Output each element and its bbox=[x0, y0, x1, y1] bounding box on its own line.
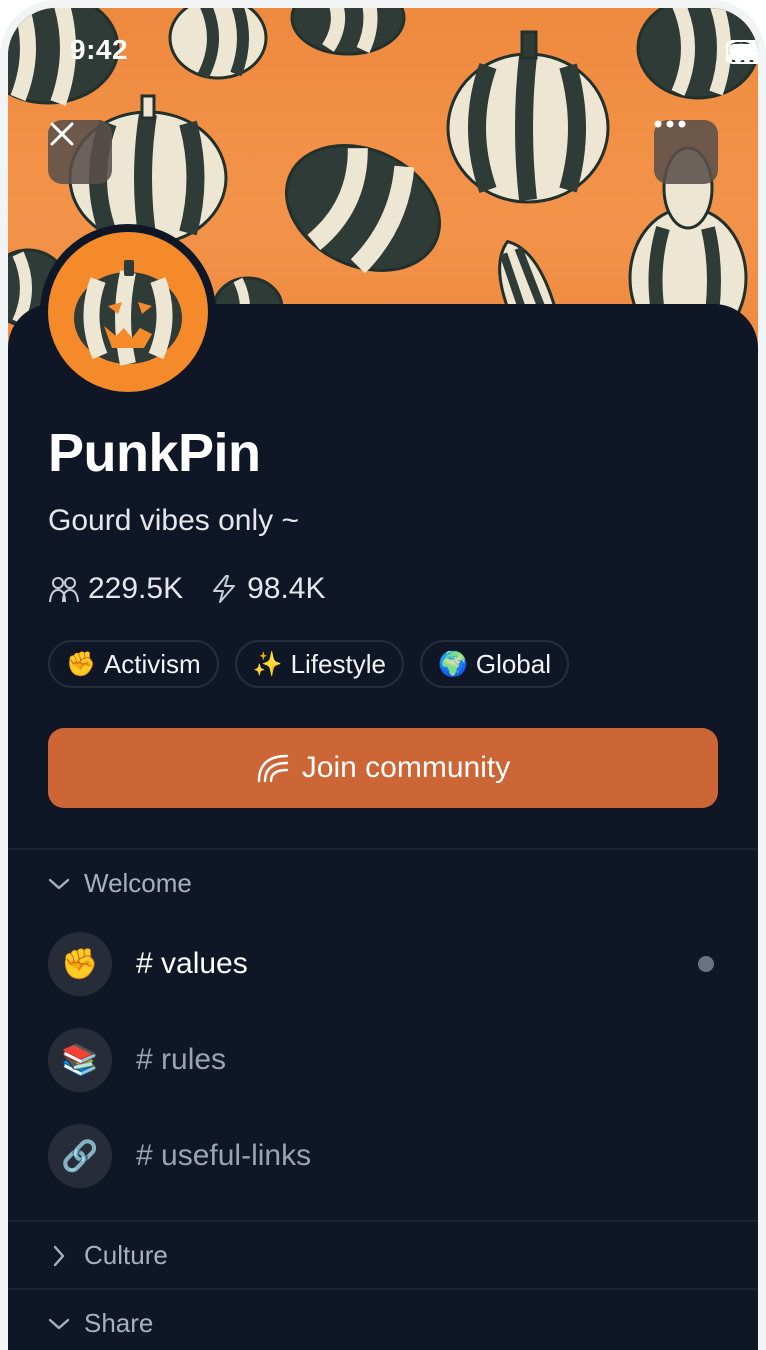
channel-label: # useful-links bbox=[136, 1139, 312, 1172]
community-stats: 229.5K 98.4K bbox=[48, 572, 326, 606]
section-header-culture[interactable]: Culture bbox=[48, 1240, 168, 1271]
device-frame: 9:42 PunkPin Gourd vibes only ~ 229.5K 9… bbox=[0, 0, 766, 1350]
chevron-down-icon bbox=[48, 1318, 70, 1329]
divider bbox=[8, 1220, 758, 1222]
raised-fist-icon: ✊ bbox=[48, 932, 112, 996]
more-horizontal-icon bbox=[654, 120, 686, 128]
battery-icon bbox=[726, 40, 758, 64]
tag-label: Activism bbox=[103, 648, 201, 679]
channel-rules[interactable]: 📚 # rules bbox=[48, 1028, 718, 1092]
section-title: Share bbox=[84, 1308, 154, 1338]
raised-fist-icon: ✊ bbox=[66, 650, 96, 678]
chevron-right-icon bbox=[53, 1245, 65, 1266]
section-title: Welcome bbox=[84, 868, 192, 898]
activity-stat[interactable]: 98.4K bbox=[209, 572, 326, 606]
channel-values[interactable]: ✊ # values bbox=[48, 932, 718, 996]
tag-lifestyle[interactable]: ✨ Lifestyle bbox=[234, 640, 404, 688]
channel-label: # rules bbox=[136, 1043, 227, 1076]
join-button-label: Join community bbox=[301, 751, 511, 784]
globe-icon: 🌍 bbox=[437, 650, 468, 678]
tag-activism[interactable]: ✊ Activism bbox=[48, 640, 219, 688]
activity-count: 98.4K bbox=[247, 572, 326, 605]
unread-indicator bbox=[698, 956, 714, 972]
avatar-image bbox=[48, 232, 208, 392]
divider bbox=[8, 848, 758, 850]
tag-label: Global bbox=[475, 648, 551, 679]
channel-useful-links[interactable]: 🔗 # useful-links bbox=[48, 1124, 718, 1188]
section-title: Culture bbox=[84, 1240, 168, 1270]
books-icon: 📚 bbox=[48, 1028, 112, 1092]
status-bar-time: 9:42 bbox=[70, 34, 129, 65]
sparkles-icon: ✨ bbox=[252, 650, 283, 678]
tag-label: Lifestyle bbox=[290, 648, 386, 679]
section-header-welcome[interactable]: Welcome bbox=[48, 868, 192, 899]
close-icon bbox=[50, 122, 74, 146]
members-count: 229.5K bbox=[88, 572, 184, 605]
members-stat[interactable]: 229.5K bbox=[48, 572, 183, 606]
link-icon: 🔗 bbox=[48, 1124, 112, 1188]
more-options-button[interactable] bbox=[654, 120, 718, 184]
community-name: PunkPin bbox=[48, 423, 261, 483]
community-avatar[interactable] bbox=[40, 224, 216, 400]
community-tags: ✊ Activism ✨ Lifestyle 🌍 Global bbox=[48, 640, 569, 688]
lightning-icon bbox=[213, 575, 236, 603]
close-button[interactable] bbox=[48, 120, 112, 184]
section-header-share[interactable]: Share bbox=[48, 1308, 153, 1339]
channel-label: # values bbox=[136, 947, 248, 980]
tag-global[interactable]: 🌍 Global bbox=[419, 640, 569, 688]
rainbow-icon bbox=[257, 754, 288, 783]
jack-o-lantern-icon bbox=[74, 260, 182, 366]
divider bbox=[8, 1288, 758, 1290]
community-screen: 9:42 PunkPin Gourd vibes only ~ 229.5K 9… bbox=[8, 8, 758, 1350]
chevron-down-icon bbox=[48, 878, 70, 889]
members-icon bbox=[49, 577, 79, 603]
join-community-button[interactable]: Join community bbox=[48, 728, 718, 808]
community-tagline: Gourd vibes only ~ bbox=[48, 504, 299, 537]
